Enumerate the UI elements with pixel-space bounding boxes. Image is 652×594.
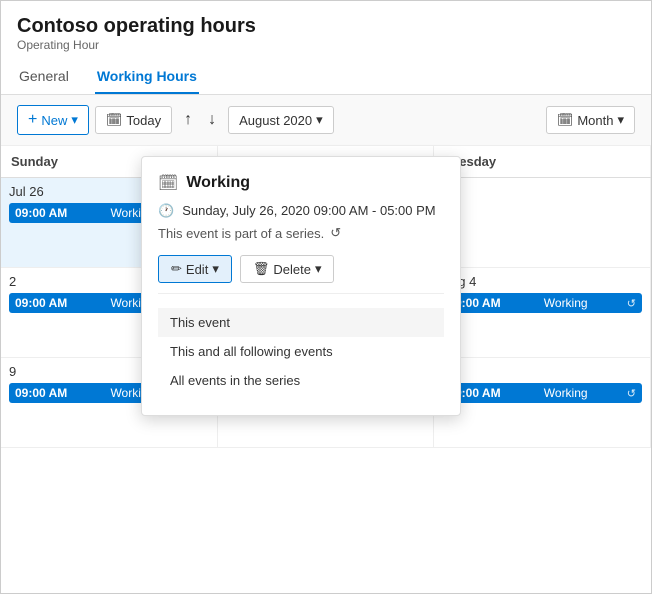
popup-title: Working — [186, 174, 250, 192]
event-bar[interactable]: 09:00 AM Working ↺ — [442, 293, 642, 313]
event-popup: 🗓 Working 🕐 Sunday, July 26, 2020 09:00 … — [141, 156, 461, 416]
app-subtitle: Operating Hour — [17, 38, 635, 52]
new-chevron-icon: ▾ — [71, 112, 78, 128]
today-label: Today — [126, 113, 161, 128]
menu-item-this-event[interactable]: This event — [158, 308, 444, 337]
event-time: 09:00 AM — [15, 206, 67, 220]
popup-actions: ✏ Edit ▾ 🗑 Delete ▾ — [158, 255, 444, 294]
period-chevron-icon: ▾ — [316, 112, 323, 128]
next-button[interactable]: ↓ — [202, 107, 222, 133]
calendar: Sunday Monday Tuesday Jul 26 09:00 AM Wo… — [1, 146, 651, 448]
popup-datetime-row: 🕐 Sunday, July 26, 2020 09:00 AM - 05:00… — [158, 203, 444, 219]
day-header-tuesday: Tuesday — [434, 146, 651, 177]
app-header: Contoso operating hours Operating Hour G… — [1, 1, 651, 95]
new-label: New — [41, 113, 67, 128]
calendar-cell: 28 — [434, 178, 651, 268]
event-bar[interactable]: 09:00 AM Working ↺ — [442, 383, 642, 403]
edit-button[interactable]: ✏ Edit ▾ — [158, 255, 232, 283]
calendar-cell: 11 09:00 AM Working ↺ — [434, 358, 651, 448]
popup-series-text: This event is part of a series. — [158, 226, 324, 241]
series-recurrence-icon: ↺ — [330, 225, 341, 241]
recurrence-icon: ↺ — [627, 387, 636, 400]
edit-label: Edit — [186, 262, 208, 277]
menu-item-this-and-following[interactable]: This and all following events — [158, 337, 444, 366]
event-time: 09:00 AM — [15, 386, 67, 400]
app-title: Contoso operating hours — [17, 15, 635, 38]
nav-arrows: ↑ ↓ — [178, 107, 222, 133]
tab-general[interactable]: General — [17, 60, 71, 94]
month-button[interactable]: 🗓 Month ▾ — [546, 106, 635, 134]
tab-bar: General Working Hours — [17, 60, 635, 94]
today-button[interactable]: 🗓 Today — [95, 106, 172, 134]
cell-date: 28 — [442, 184, 642, 199]
popup-title-row: 🗓 Working — [158, 173, 444, 193]
delete-button[interactable]: 🗑 Delete ▾ — [240, 255, 335, 283]
delete-chevron-icon: ▾ — [315, 261, 322, 277]
calendar-icon: 🗓 — [106, 112, 123, 128]
tab-working-hours[interactable]: Working Hours — [95, 60, 199, 94]
delete-icon: 🗑 — [253, 261, 270, 277]
cell-date: Aug 4 — [442, 274, 642, 289]
toolbar: + New ▾ 🗓 Today ↑ ↓ August 2020 ▾ 🗓 Mont… — [1, 95, 651, 146]
delete-label: Delete — [273, 262, 311, 277]
period-button[interactable]: August 2020 ▾ — [228, 106, 334, 134]
menu-item-all-events[interactable]: All events in the series — [158, 366, 444, 395]
edit-dropdown-menu: This event This and all following events… — [158, 304, 444, 399]
popup-series-row: This event is part of a series. ↺ — [158, 225, 444, 241]
clock-icon: 🕐 — [158, 203, 174, 219]
event-name: Working — [544, 296, 588, 310]
month-chevron-icon: ▾ — [617, 112, 624, 128]
event-name: Working — [544, 386, 588, 400]
calendar-small-icon: 🗓 — [557, 112, 574, 128]
calendar-cell: Aug 4 09:00 AM Working ↺ — [434, 268, 651, 358]
period-label: August 2020 — [239, 113, 312, 128]
prev-button[interactable]: ↑ — [178, 107, 198, 133]
plus-icon: + — [28, 111, 37, 129]
event-calendar-icon: 🗓 — [158, 173, 178, 193]
popup-datetime: Sunday, July 26, 2020 09:00 AM - 05:00 P… — [182, 203, 435, 218]
edit-chevron-icon: ▾ — [212, 261, 219, 277]
new-button[interactable]: + New ▾ — [17, 105, 89, 135]
edit-icon: ✏ — [171, 261, 182, 277]
recurrence-icon: ↺ — [627, 297, 636, 310]
month-label: Month — [577, 113, 613, 128]
cell-date: 11 — [442, 364, 642, 379]
event-time: 09:00 AM — [15, 296, 67, 310]
